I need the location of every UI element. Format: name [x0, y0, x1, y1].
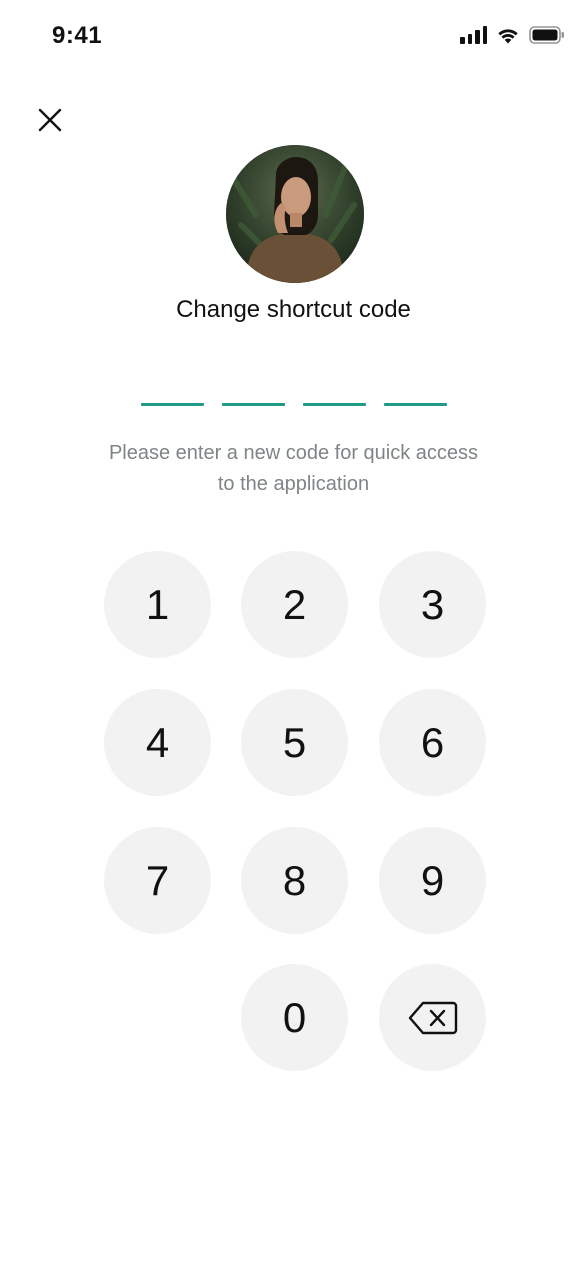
- page-title: Change shortcut code: [176, 296, 411, 323]
- key-3-button[interactable]: 3: [379, 551, 486, 658]
- key-label: 7: [145, 856, 170, 904]
- key-label: 6: [420, 718, 445, 766]
- key-7-button[interactable]: 7: [104, 827, 211, 934]
- key-4-button[interactable]: 4: [104, 689, 211, 796]
- code-slot: [222, 403, 285, 406]
- code-slot: [303, 403, 366, 406]
- delete-button[interactable]: [379, 964, 486, 1071]
- code-slot: [384, 403, 447, 406]
- key-label: 0: [282, 993, 307, 1041]
- status-time: 9:41: [52, 22, 103, 49]
- code-input[interactable]: [141, 403, 447, 406]
- key-label: 9: [420, 856, 445, 904]
- backspace-icon: [408, 1001, 457, 1034]
- key-label: 3: [420, 580, 445, 628]
- key-label: 8: [282, 856, 307, 904]
- cellular-signal-icon: [460, 26, 487, 44]
- key-0-button[interactable]: 0: [241, 964, 348, 1071]
- key-6-button[interactable]: 6: [379, 689, 486, 796]
- key-label: 2: [282, 580, 307, 628]
- key-label: 1: [145, 580, 170, 628]
- battery-icon: [529, 26, 565, 44]
- key-1-button[interactable]: 1: [104, 551, 211, 658]
- avatar: [226, 145, 364, 283]
- status-icons: [460, 26, 565, 44]
- status-bar: 9:41: [0, 0, 587, 72]
- key-label: 5: [282, 718, 307, 766]
- wifi-icon: [496, 26, 520, 44]
- close-icon[interactable]: [34, 104, 66, 136]
- code-slot: [141, 403, 204, 406]
- instruction-text: Please enter a new code for quick access…: [108, 442, 479, 495]
- key-8-button[interactable]: 8: [241, 827, 348, 934]
- key-label: 4: [145, 718, 170, 766]
- key-2-button[interactable]: 2: [241, 551, 348, 658]
- key-5-button[interactable]: 5: [241, 689, 348, 796]
- key-9-button[interactable]: 9: [379, 827, 486, 934]
